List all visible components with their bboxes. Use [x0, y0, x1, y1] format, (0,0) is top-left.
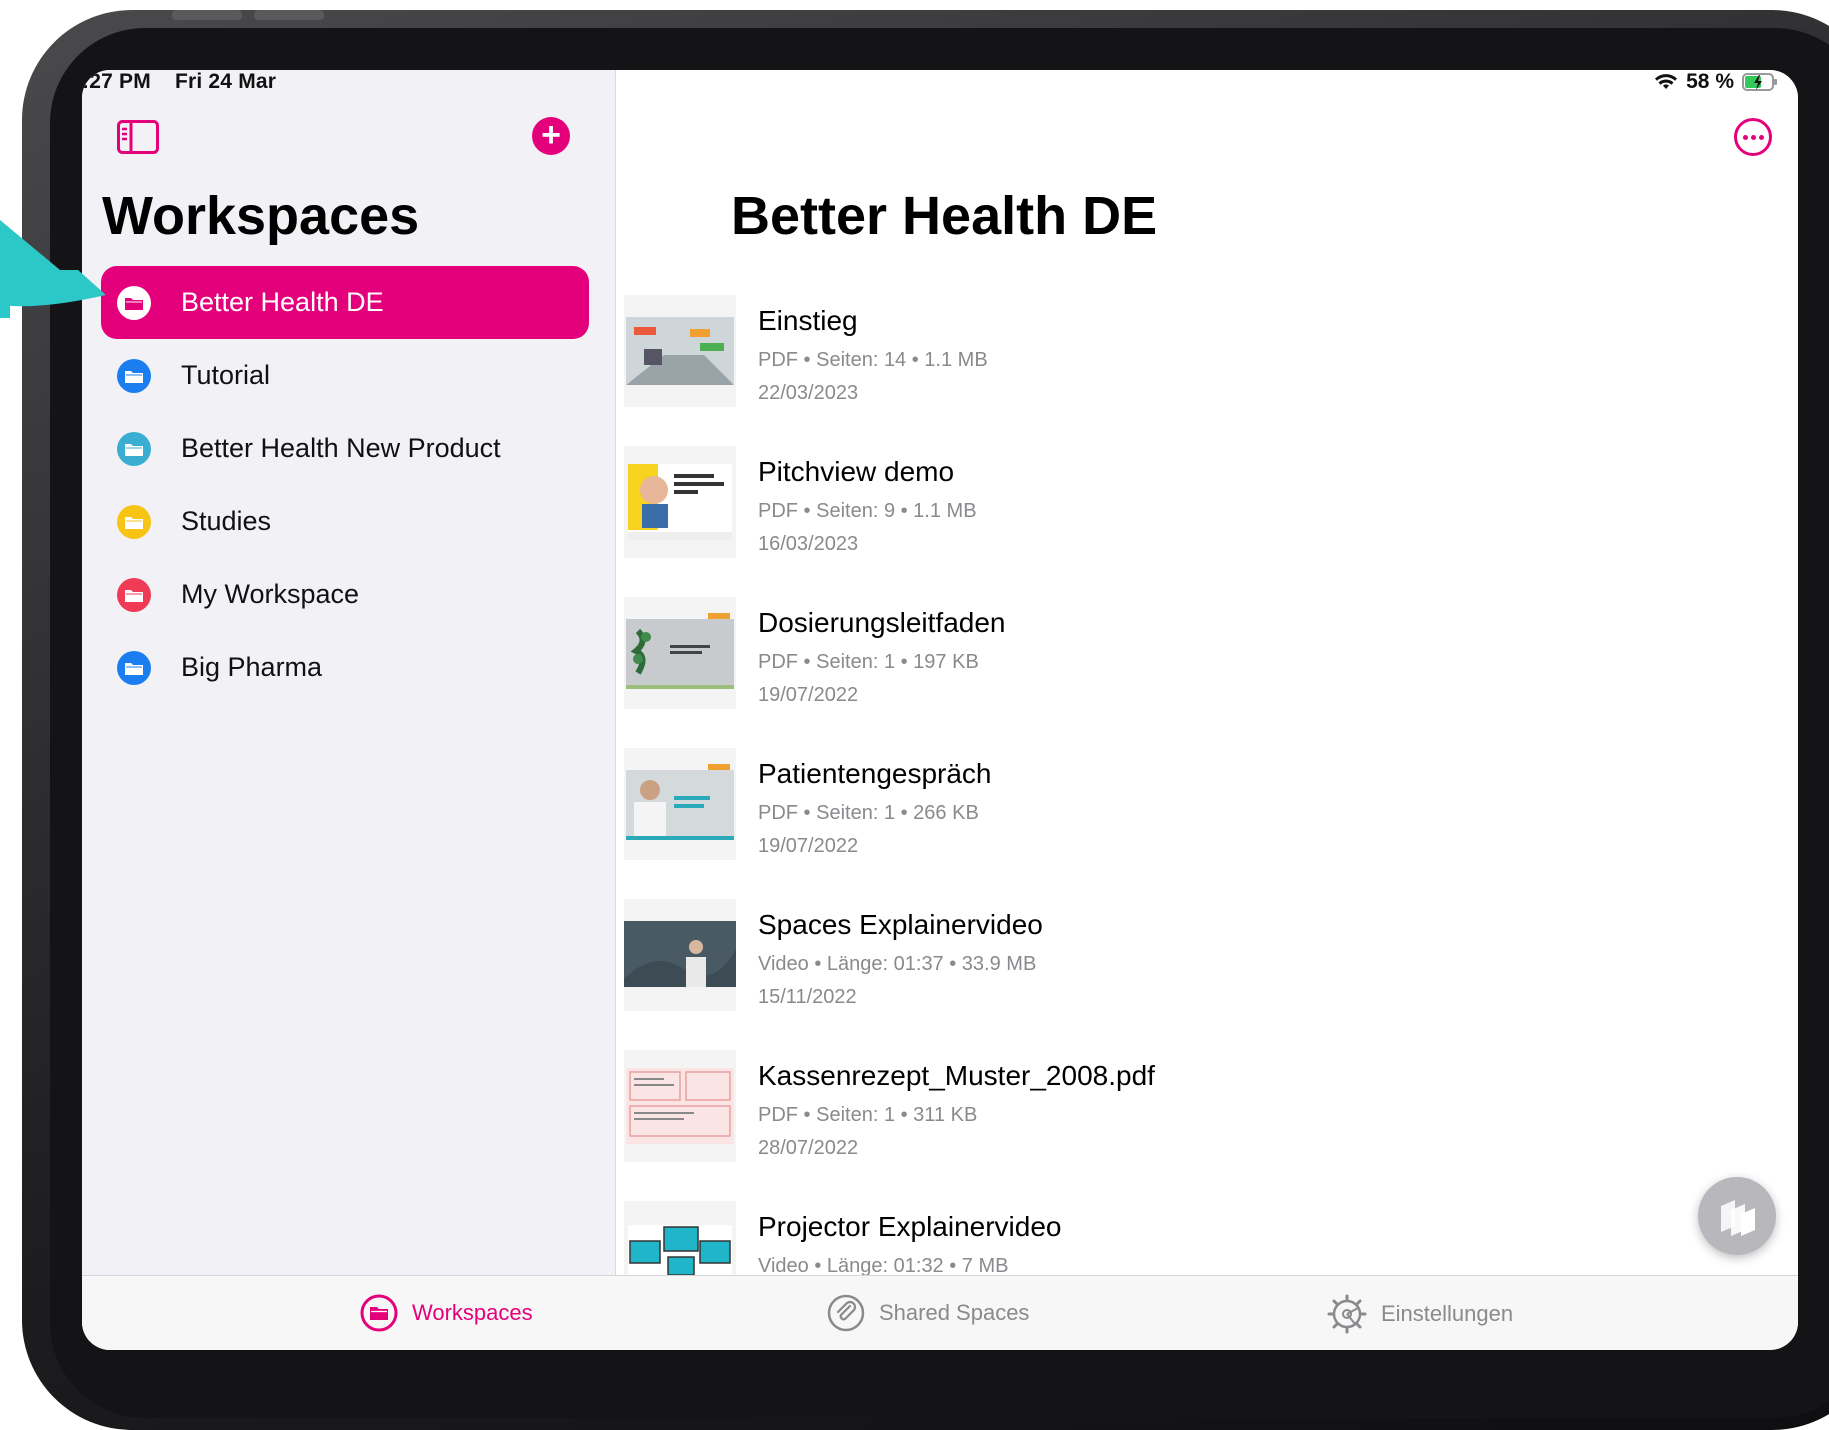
workspaces-sidebar: :27 PM Fri 24 Mar + Workspaces Better He… — [82, 70, 616, 1275]
status-bar-left: :27 PM Fri 24 Mar — [82, 70, 294, 94]
document-item[interactable]: Spaces Explainervideo Video • Länge: 01:… — [624, 899, 1777, 1050]
document-item[interactable]: Pitchview demo PDF • Seiten: 9 • 1.1 MB … — [624, 446, 1777, 597]
tab-shared-spaces[interactable]: Shared Spaces — [827, 1294, 1029, 1332]
document-thumbnail — [624, 446, 736, 558]
page-title: Better Health DE — [731, 186, 1158, 246]
document-thumbnail — [624, 748, 736, 860]
document-name: Einstieg — [758, 305, 858, 336]
document-meta: PDF • Seiten: 1 • 197 KB — [758, 651, 979, 673]
tab-bar: Workspaces Shared Spaces Einstellungen — [82, 1275, 1798, 1350]
document-date: 16/03/2023 — [758, 533, 859, 555]
workspace-item-my-workspace[interactable]: My Workspace — [101, 558, 589, 631]
document-name: Dosierungsleitfaden — [758, 607, 1006, 638]
sidebar-icon — [117, 120, 159, 154]
ellipsis-icon — [1742, 134, 1748, 140]
gear-icon — [1327, 1294, 1367, 1334]
document-thumbnail — [624, 1050, 736, 1162]
document-list: Einstieg PDF • Seiten: 14 • 1.1 MB 22/03… — [624, 295, 1777, 1350]
document-name: Projector Explainervideo — [758, 1211, 1062, 1242]
document-date: 19/07/2022 — [758, 835, 859, 857]
document-thumbnail — [624, 295, 736, 407]
battery-charging-icon — [1742, 73, 1777, 91]
hardware-button — [254, 10, 324, 20]
document-meta: PDF • Seiten: 14 • 1.1 MB — [758, 349, 988, 371]
document-item[interactable]: Einstieg PDF • Seiten: 14 • 1.1 MB 22/03… — [624, 295, 1777, 446]
document-thumbnail — [624, 597, 736, 709]
document-name: Kassenrezept_Muster_2008.pdf — [758, 1060, 1155, 1091]
status-date: Fri 24 Mar — [174, 70, 277, 93]
folder-icon — [117, 358, 151, 393]
wifi-icon — [1655, 74, 1678, 89]
document-meta: PDF • Seiten: 9 • 1.1 MB — [758, 500, 977, 522]
workspace-item-studies[interactable]: Studies — [101, 485, 589, 558]
workspace-item-big-pharma[interactable]: Big Pharma — [101, 631, 589, 704]
workspace-item-better-health-new-product[interactable]: Better Health New Product — [101, 412, 589, 485]
document-date: 19/07/2022 — [758, 684, 859, 706]
workspace-content: 58 % Better Health DE Einstieg PDF • Sei… — [617, 70, 1798, 1313]
status-time: :27 PM — [82, 70, 151, 93]
document-date: 22/03/2023 — [758, 382, 859, 404]
document-date: 28/07/2022 — [758, 1137, 859, 1159]
hardware-button — [172, 10, 242, 20]
tab-label: Workspaces — [412, 1300, 533, 1325]
workspace-label: Big Pharma — [181, 652, 323, 682]
workspace-label: Better Health DE — [181, 287, 384, 317]
document-meta: PDF • Seiten: 1 • 311 KB — [758, 1104, 978, 1126]
ipad-screen: :27 PM Fri 24 Mar + Workspaces Better He… — [82, 70, 1798, 1350]
document-date: 15/11/2022 — [758, 986, 857, 1008]
battery-percentage: 58 % — [1686, 70, 1734, 93]
document-meta: Video • Länge: 01:37 • 33.9 MB — [758, 953, 1037, 975]
tab-workspaces[interactable]: Workspaces — [360, 1294, 533, 1332]
document-item[interactable]: Kassenrezept_Muster_2008.pdf PDF • Seite… — [624, 1050, 1777, 1201]
folder-icon — [117, 285, 151, 320]
document-item[interactable]: Patientengespräch PDF • Seiten: 1 • 266 … — [624, 748, 1777, 899]
workspace-list: Better Health DE Tutorial Better Health … — [101, 266, 589, 704]
tab-einstellungen[interactable]: Einstellungen — [1327, 1294, 1513, 1334]
sidebar-toggle-button[interactable] — [117, 120, 159, 154]
document-name: Pitchview demo — [758, 456, 955, 487]
add-workspace-button[interactable]: + — [532, 117, 570, 155]
presentation-mode-button[interactable] — [1698, 1177, 1776, 1255]
paperclip-circle-icon — [827, 1294, 865, 1332]
workspace-item-tutorial[interactable]: Tutorial — [101, 339, 589, 412]
document-name: Spaces Explainervideo — [758, 909, 1043, 940]
tab-label: Shared Spaces — [879, 1300, 1030, 1325]
annotation-arrow-icon — [0, 220, 106, 318]
sidebar-title: Workspaces — [102, 186, 420, 246]
more-options-button[interactable] — [1734, 118, 1772, 156]
document-name: Patientengespräch — [758, 758, 992, 789]
status-bar-right: 58 % — [1654, 70, 1778, 94]
document-meta: PDF • Seiten: 1 • 266 KB — [758, 802, 979, 824]
folder-icon — [117, 577, 151, 612]
workspace-label: Tutorial — [181, 360, 271, 390]
document-item[interactable]: Dosierungsleitfaden PDF • Seiten: 1 • 19… — [624, 597, 1777, 748]
folder-icon — [117, 504, 151, 539]
workspace-label: My Workspace — [181, 579, 360, 609]
tab-label: Einstellungen — [1381, 1301, 1514, 1326]
workspace-item-better-health-de[interactable]: Better Health DE — [101, 266, 589, 339]
stacked-pages-icon — [1721, 1200, 1755, 1236]
folder-icon — [117, 650, 151, 685]
workspace-label: Studies — [181, 506, 272, 536]
plus-icon: + — [541, 116, 561, 154]
folder-icon — [117, 431, 151, 466]
document-thumbnail — [624, 899, 736, 1011]
folder-circle-icon — [360, 1294, 398, 1332]
workspace-label: Better Health New Product — [181, 433, 501, 463]
